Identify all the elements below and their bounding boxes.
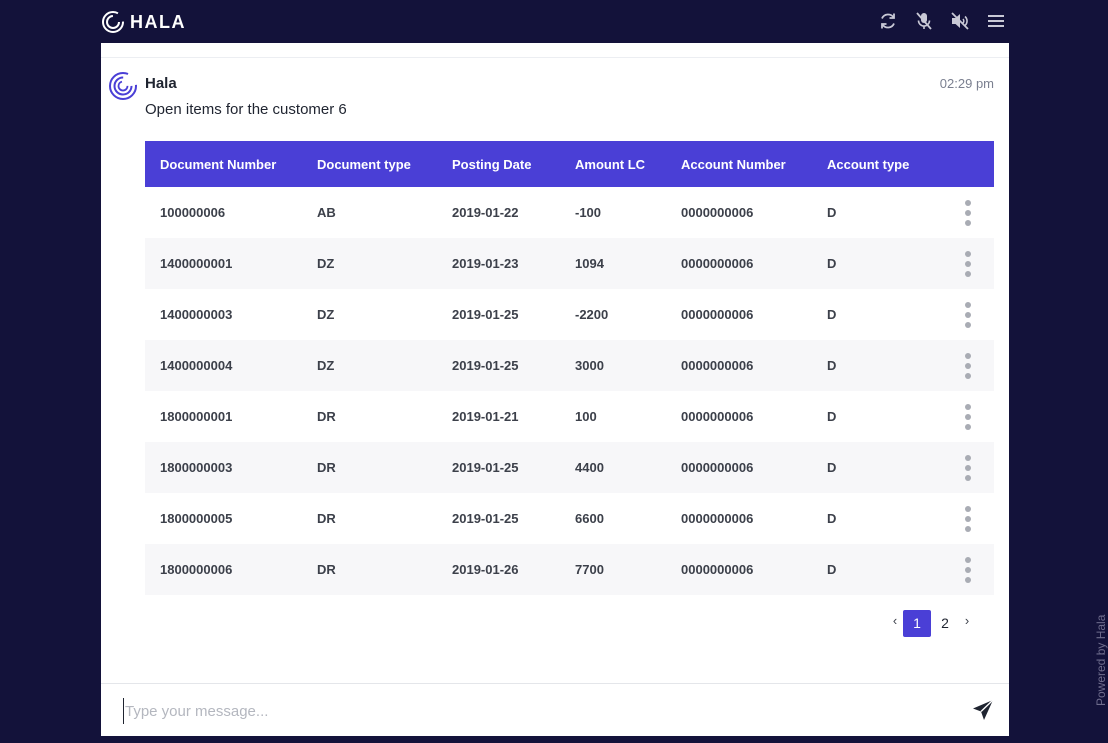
- page-2-button[interactable]: 2: [931, 610, 959, 637]
- cell-amount-lc: 7700: [575, 562, 604, 577]
- row-menu-icon[interactable]: [960, 353, 976, 379]
- cell-amount-lc: 4400: [575, 460, 604, 475]
- table-row: 1400000001 DZ 2019-01-23 1094 0000000006…: [145, 238, 994, 289]
- hala-logo-icon: [102, 11, 124, 33]
- cell-document-type: DR: [317, 460, 336, 475]
- cell-account-number: 0000000006: [681, 460, 754, 475]
- sender-name: Hala: [145, 75, 177, 92]
- divider: [101, 57, 1009, 58]
- cell-amount-lc: 1094: [575, 256, 604, 271]
- message-input[interactable]: [123, 698, 943, 724]
- column-header: Account type: [827, 156, 910, 172]
- message-bar: [101, 683, 1009, 736]
- open-items-table: Document Number Document type Posting Da…: [145, 141, 994, 595]
- cell-document-number: 100000006: [160, 205, 226, 220]
- row-menu-icon[interactable]: [960, 506, 976, 532]
- cell-document-number: 1800000001: [160, 409, 233, 424]
- cell-account-type: D: [827, 358, 837, 373]
- cell-document-number: 1800000005: [160, 511, 233, 526]
- refresh-icon[interactable]: [876, 9, 900, 33]
- cell-account-type: D: [827, 256, 837, 271]
- column-header: Account Number: [681, 156, 786, 172]
- cell-account-type: D: [827, 205, 837, 220]
- cell-posting-date: 2019-01-23: [452, 256, 519, 271]
- menu-icon[interactable]: [984, 9, 1008, 33]
- cell-posting-date: 2019-01-21: [452, 409, 519, 424]
- table-row: 1800000005 DR 2019-01-25 6600 0000000006…: [145, 493, 994, 544]
- cell-account-number: 0000000006: [681, 358, 754, 373]
- cell-account-number: 0000000006: [681, 409, 754, 424]
- cell-document-type: DR: [317, 511, 336, 526]
- table-row: 1800000006 DR 2019-01-26 7700 0000000006…: [145, 544, 994, 595]
- bot-avatar: [108, 71, 138, 101]
- cell-posting-date: 2019-01-25: [452, 307, 519, 322]
- cell-account-type: D: [827, 562, 837, 577]
- row-menu-icon[interactable]: [960, 455, 976, 481]
- cell-posting-date: 2019-01-22: [452, 205, 519, 220]
- table-row: 100000006 AB 2019-01-22 -100 0000000006 …: [145, 187, 994, 238]
- cell-document-number: 1400000001: [160, 256, 233, 271]
- cell-account-type: D: [827, 511, 837, 526]
- row-menu-icon[interactable]: [960, 557, 976, 583]
- cell-account-number: 0000000006: [681, 511, 754, 526]
- cell-amount-lc: -100: [575, 205, 602, 220]
- cell-account-number: 0000000006: [681, 562, 754, 577]
- column-header: Document Number: [160, 156, 277, 172]
- brand-name: HALA: [130, 11, 186, 32]
- hala-avatar-icon: [109, 72, 137, 100]
- table-row: 1800000001 DR 2019-01-21 100 0000000006 …: [145, 391, 994, 442]
- cell-document-type: DZ: [317, 307, 335, 322]
- cell-document-type: DZ: [317, 256, 335, 271]
- cell-document-number: 1400000004: [160, 358, 233, 373]
- column-header: Posting Date: [452, 156, 532, 172]
- chat-panel: Hala 02:29 pm Open items for the custome…: [101, 43, 1009, 683]
- cell-account-number: 0000000006: [681, 205, 754, 220]
- cell-document-number: 1400000003: [160, 307, 233, 322]
- cell-amount-lc: -2200: [575, 307, 609, 322]
- table-row: 1800000003 DR 2019-01-25 4400 0000000006…: [145, 442, 994, 493]
- message-time: 02:29 pm: [939, 76, 994, 91]
- message-text: Open items for the customer 6: [145, 101, 347, 118]
- mic-off-icon[interactable]: [912, 9, 936, 33]
- cell-amount-lc: 100: [575, 409, 597, 424]
- send-icon[interactable]: [971, 698, 995, 722]
- cell-posting-date: 2019-01-25: [452, 460, 519, 475]
- prev-page-button[interactable]: ‹: [887, 613, 903, 628]
- hala-logo: HALA: [101, 10, 186, 34]
- cell-amount-lc: 3000: [575, 358, 604, 373]
- table-row: 1400000003 DZ 2019-01-25 -2200 000000000…: [145, 289, 994, 340]
- cell-document-number: 1800000006: [160, 562, 233, 577]
- cell-posting-date: 2019-01-26: [452, 562, 519, 577]
- row-menu-icon[interactable]: [960, 404, 976, 430]
- cell-account-type: D: [827, 460, 837, 475]
- cell-document-type: AB: [317, 205, 336, 220]
- cell-account-number: 0000000006: [681, 256, 754, 271]
- column-header: Document type: [317, 156, 411, 172]
- table-row: 1400000004 DZ 2019-01-25 3000 0000000006…: [145, 340, 994, 391]
- cell-document-type: DR: [317, 562, 336, 577]
- column-header: Amount LC: [575, 156, 646, 172]
- cell-amount-lc: 6600: [575, 511, 604, 526]
- row-menu-icon[interactable]: [960, 200, 976, 226]
- cell-account-type: D: [827, 307, 837, 322]
- page-1-button[interactable]: 1: [903, 609, 931, 637]
- table-header: Document Number Document type Posting Da…: [145, 141, 994, 187]
- table-body: 100000006 AB 2019-01-22 -100 0000000006 …: [145, 187, 994, 595]
- top-bar: HALA: [0, 0, 1108, 43]
- cell-document-type: DZ: [317, 358, 335, 373]
- cell-account-number: 0000000006: [681, 307, 754, 322]
- cell-posting-date: 2019-01-25: [452, 358, 519, 373]
- cell-posting-date: 2019-01-25: [452, 511, 519, 526]
- next-page-button[interactable]: ›: [959, 613, 975, 628]
- cell-document-type: DR: [317, 409, 336, 424]
- row-menu-icon[interactable]: [960, 302, 976, 328]
- powered-by-label: Powered by Hala: [1094, 614, 1108, 706]
- speaker-off-icon[interactable]: [948, 9, 972, 33]
- pagination: ‹ 1 2 ›: [887, 609, 975, 637]
- cell-account-type: D: [827, 409, 837, 424]
- cell-document-number: 1800000003: [160, 460, 233, 475]
- row-menu-icon[interactable]: [960, 251, 976, 277]
